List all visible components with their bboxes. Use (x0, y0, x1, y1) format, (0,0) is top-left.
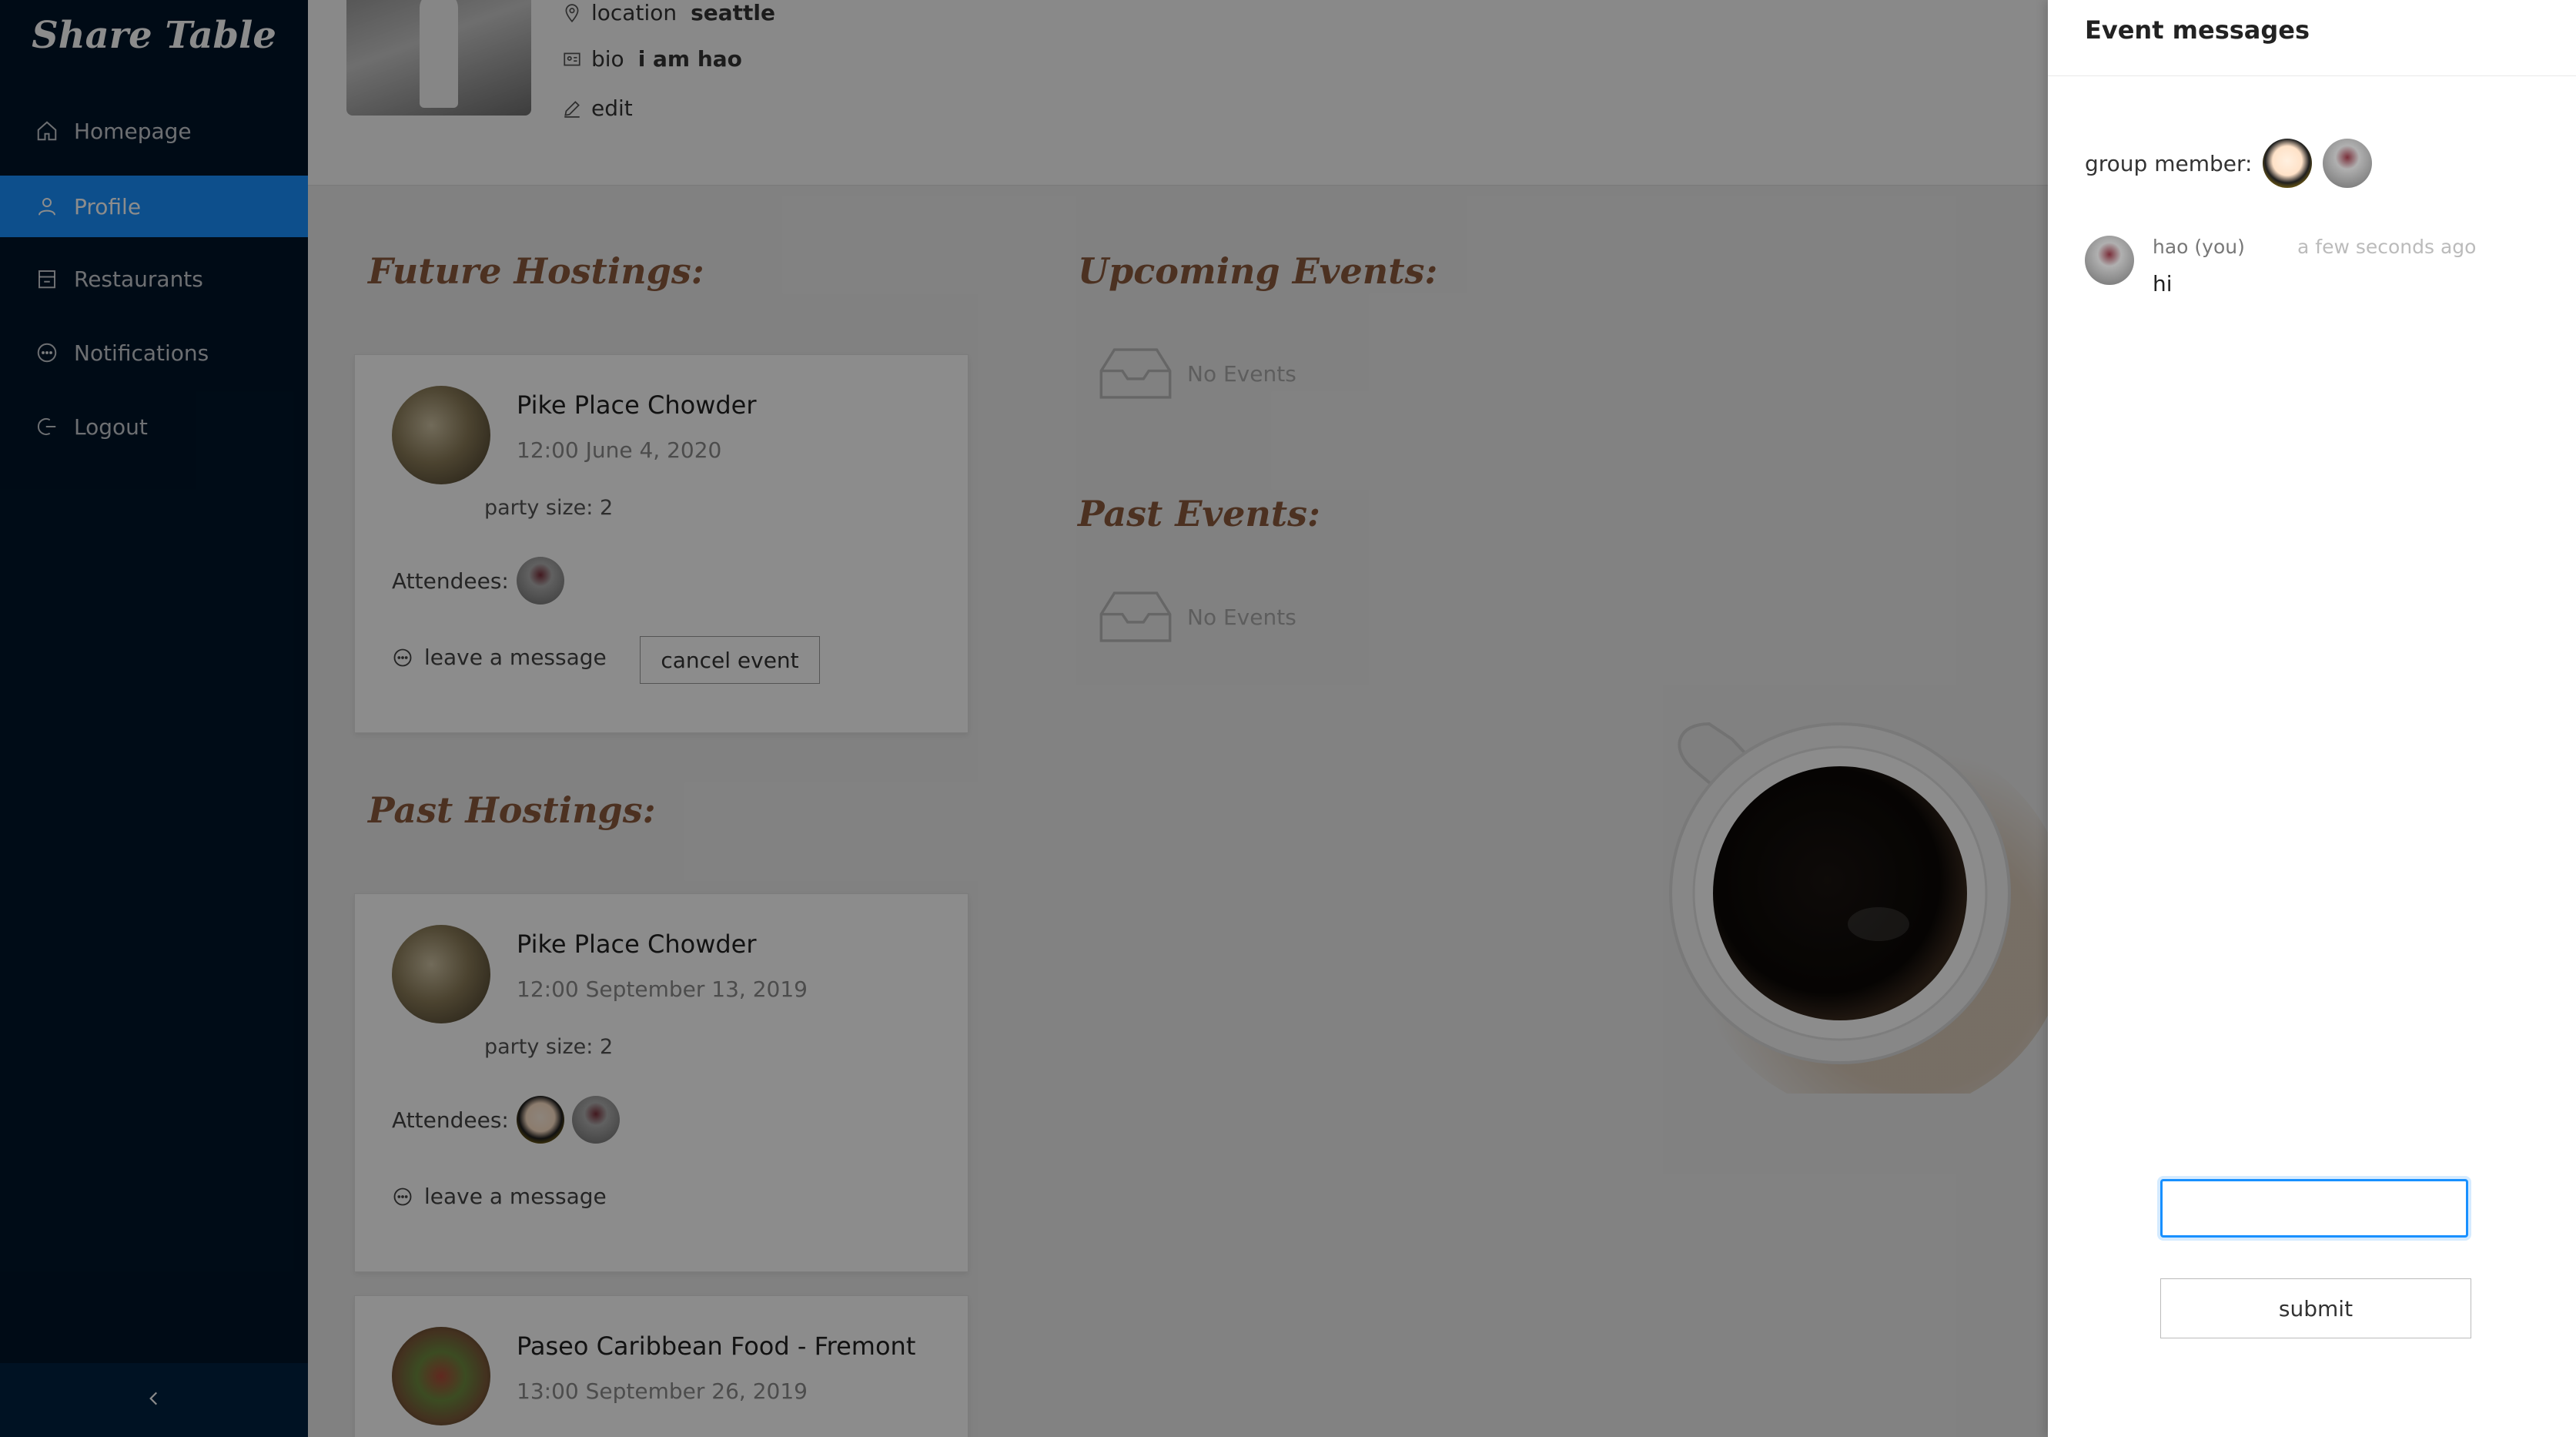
avatar (2085, 236, 2134, 285)
message-text: hi (2153, 271, 2173, 296)
avatar[interactable] (2263, 139, 2313, 188)
message-author: hao (you) (2153, 236, 2245, 258)
message-input[interactable] (2160, 1179, 2468, 1238)
event-messages-drawer: Event messages group member: hao (you) a… (2048, 0, 2576, 1437)
drawer-header: Event messages (2048, 0, 2576, 76)
message-time: a few seconds ago (2297, 236, 2477, 258)
submit-button[interactable]: submit (2160, 1278, 2471, 1338)
group-members: group member: (2085, 139, 2373, 188)
drawer-title: Event messages (2085, 15, 2310, 45)
avatar[interactable] (2323, 139, 2373, 188)
drawer-mask[interactable] (0, 0, 2048, 1437)
group-member-label: group member: (2085, 150, 2253, 176)
